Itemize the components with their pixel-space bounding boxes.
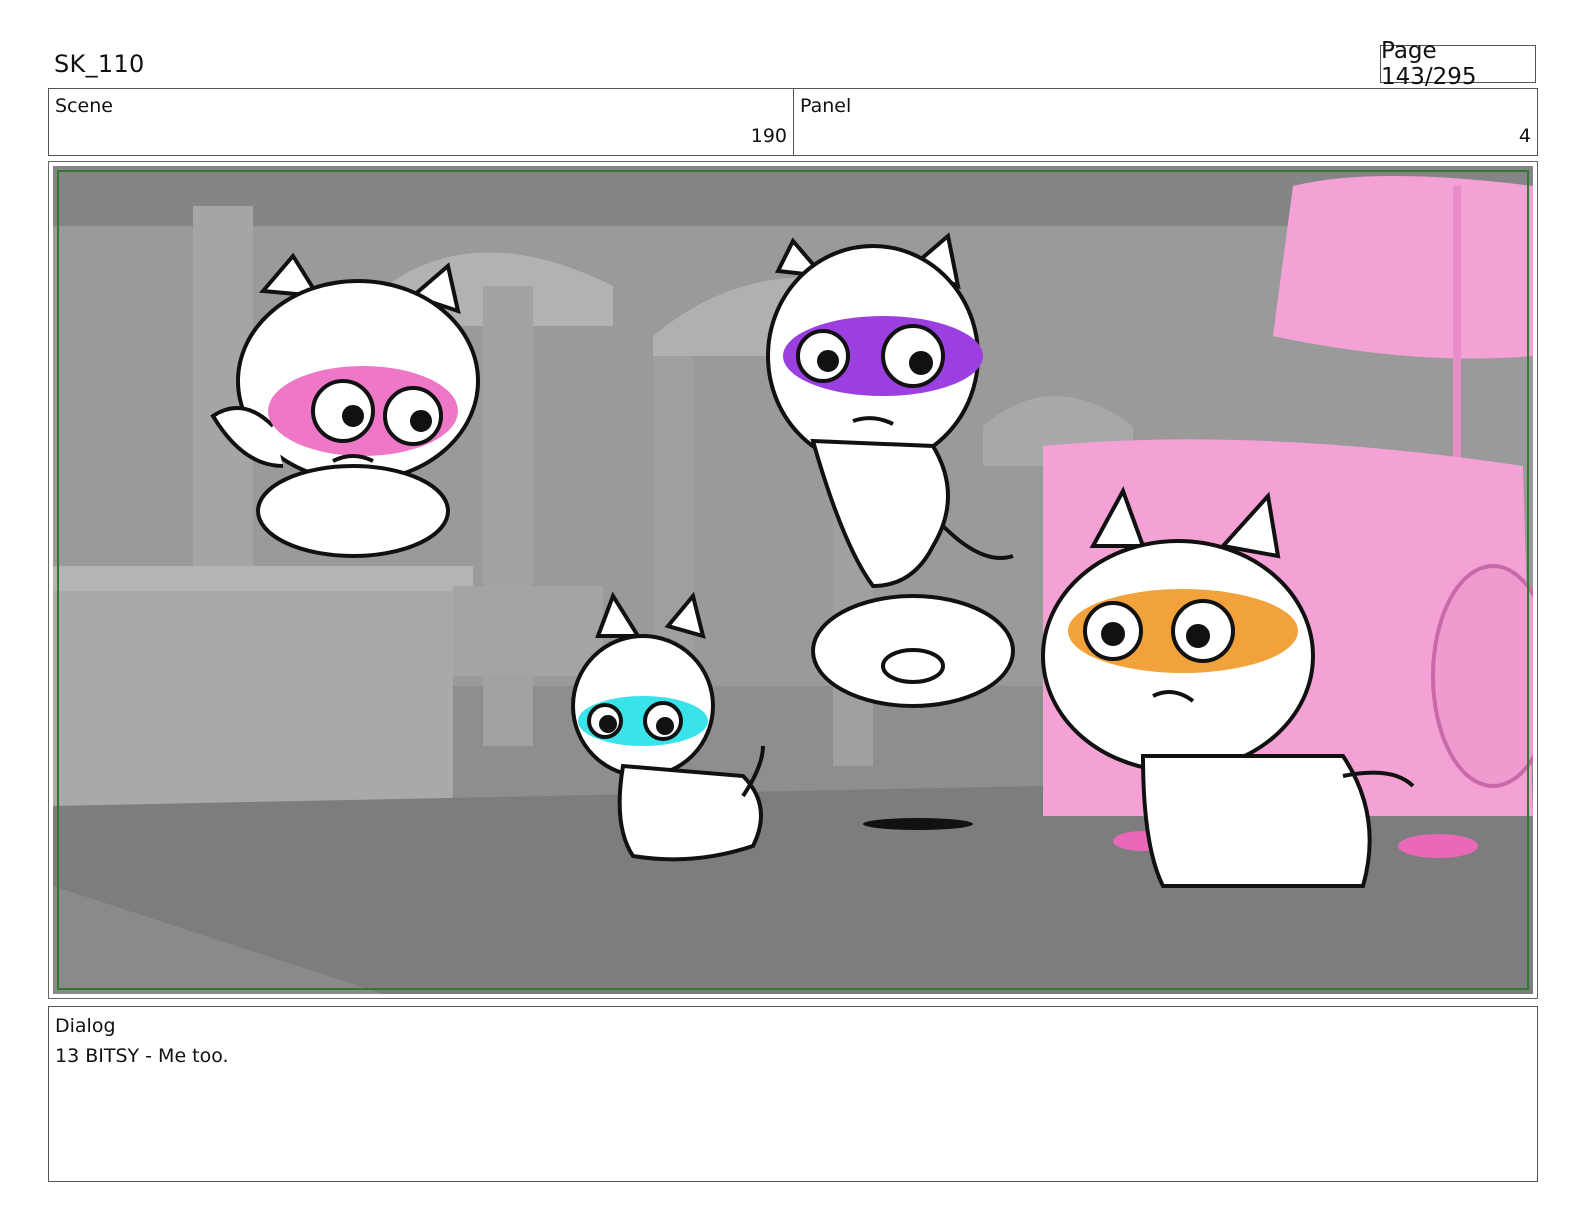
panel-label: Panel <box>800 95 852 117</box>
panel-number: 4 <box>1518 125 1531 147</box>
scene-panel-info: Scene 190 Panel 4 <box>48 88 1538 156</box>
scene-number: 190 <box>750 125 787 147</box>
dialog-label: Dialog <box>55 1015 116 1037</box>
scene-label: Scene <box>55 95 113 117</box>
scene-cell: Scene 190 <box>49 89 794 155</box>
dialog-box: Dialog 13 BITSY - Me too. <box>48 1006 1538 1182</box>
dialog-text: 13 BITSY - Me too. <box>55 1045 229 1067</box>
storyboard-frame <box>48 161 1538 999</box>
pink-umbrella <box>1273 176 1533 359</box>
storyboard-image <box>53 166 1533 994</box>
page-number: Page 143/295 <box>1380 38 1536 90</box>
panel-cell: Panel 4 <box>794 89 1537 155</box>
document-title: SK_110 <box>54 50 145 78</box>
storyboard-illustration <box>53 166 1533 994</box>
